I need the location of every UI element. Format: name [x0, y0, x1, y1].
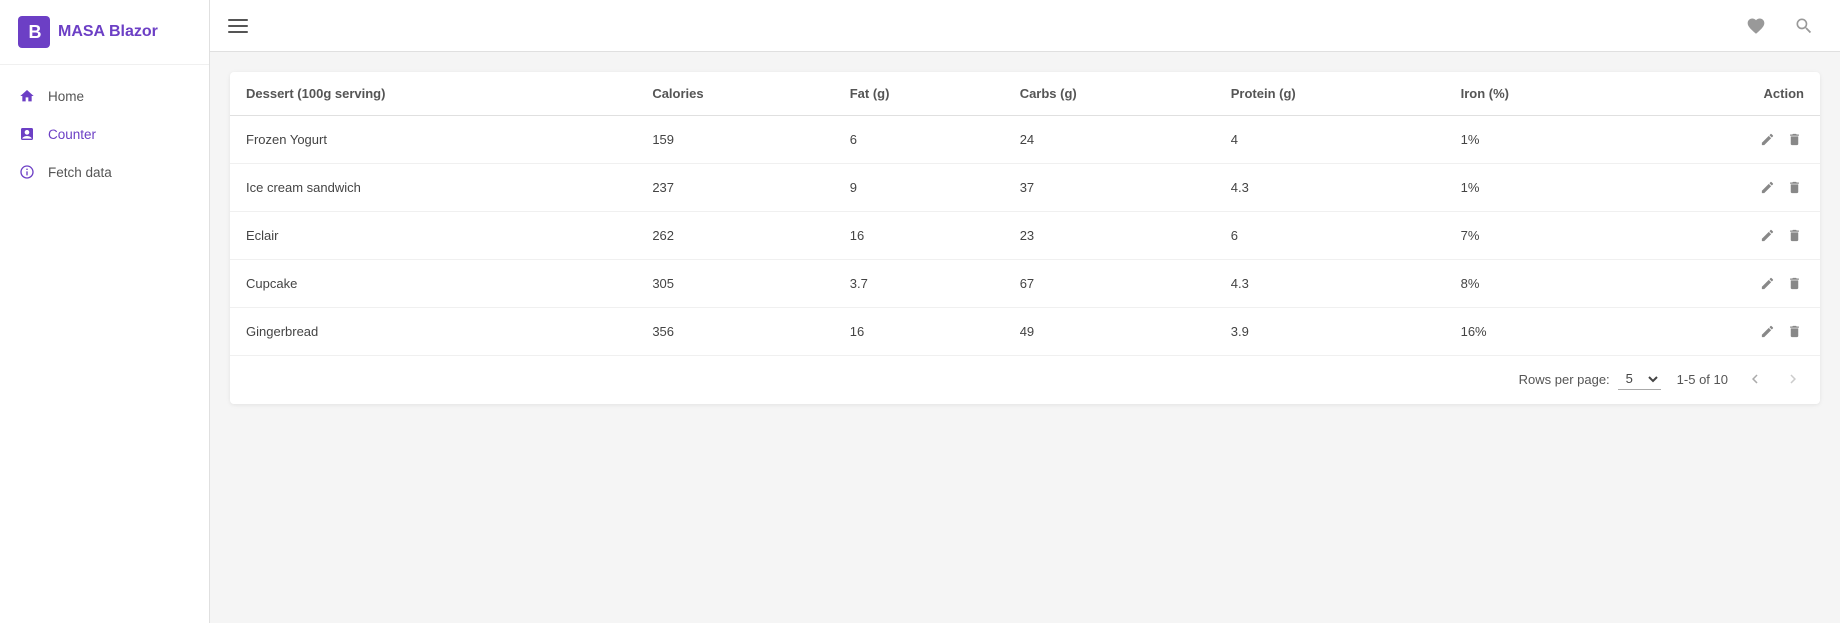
cell-iron: 7% — [1445, 212, 1636, 260]
cell-dessert: Eclair — [230, 212, 636, 260]
cell-fat: 3.7 — [834, 260, 1004, 308]
rows-per-page-select[interactable]: 51025 — [1618, 368, 1661, 390]
sidebar-item-fetch-label: Fetch data — [48, 165, 112, 180]
cell-fat: 6 — [834, 116, 1004, 164]
logo-text: MASA Blazor — [58, 23, 158, 41]
cell-calories: 159 — [636, 116, 833, 164]
cell-fat: 9 — [834, 164, 1004, 212]
table-row: Ice cream sandwich 237 9 37 4.3 1% — [230, 164, 1820, 212]
cell-action — [1635, 260, 1820, 308]
cell-carbs: 67 — [1004, 260, 1215, 308]
data-table-container: Dessert (100g serving) Calories Fat (g) … — [230, 72, 1820, 404]
sidebar-item-fetch-data[interactable]: Fetch data — [0, 153, 209, 191]
delete-button[interactable] — [1785, 322, 1804, 341]
col-action: Action — [1635, 72, 1820, 116]
sidebar: B MASA Blazor Home Counter Fetch data — [0, 0, 210, 623]
cell-carbs: 37 — [1004, 164, 1215, 212]
logo-letter: B — [29, 22, 40, 43]
fetch-icon — [18, 163, 36, 181]
rows-per-page-label: Rows per page: — [1519, 372, 1610, 387]
cell-protein: 4.3 — [1215, 260, 1445, 308]
cell-protein: 4 — [1215, 116, 1445, 164]
edit-button[interactable] — [1758, 178, 1777, 197]
table-row: Frozen Yogurt 159 6 24 4 1% — [230, 116, 1820, 164]
cell-action — [1635, 164, 1820, 212]
rows-per-page-control: Rows per page: 51025 — [1519, 368, 1661, 390]
cell-iron: 1% — [1445, 116, 1636, 164]
topbar — [210, 0, 1840, 52]
home-icon — [18, 87, 36, 105]
cell-calories: 237 — [636, 164, 833, 212]
cell-dessert: Frozen Yogurt — [230, 116, 636, 164]
cell-carbs: 24 — [1004, 116, 1215, 164]
menu-toggle[interactable] — [228, 19, 248, 33]
cell-fat: 16 — [834, 308, 1004, 356]
col-calories: Calories — [636, 72, 833, 116]
cell-iron: 16% — [1445, 308, 1636, 356]
next-page-button[interactable] — [1782, 368, 1804, 390]
delete-button[interactable] — [1785, 274, 1804, 293]
page-info: 1-5 of 10 — [1677, 372, 1728, 387]
cell-fat: 16 — [834, 212, 1004, 260]
table-row: Eclair 262 16 23 6 7% — [230, 212, 1820, 260]
cell-dessert: Cupcake — [230, 260, 636, 308]
search-button[interactable] — [1786, 8, 1822, 44]
cell-dessert: Ice cream sandwich — [230, 164, 636, 212]
prev-page-button[interactable] — [1744, 368, 1766, 390]
main-content: Dessert (100g serving) Calories Fat (g) … — [210, 0, 1840, 623]
sidebar-nav: Home Counter Fetch data — [0, 65, 209, 203]
sidebar-item-home-label: Home — [48, 89, 84, 104]
logo-area: B MASA Blazor — [0, 0, 209, 65]
cell-action — [1635, 308, 1820, 356]
sidebar-item-counter[interactable]: Counter — [0, 115, 209, 153]
edit-button[interactable] — [1758, 226, 1777, 245]
cell-action — [1635, 116, 1820, 164]
cell-calories: 262 — [636, 212, 833, 260]
cell-action — [1635, 212, 1820, 260]
col-dessert: Dessert (100g serving) — [230, 72, 636, 116]
cell-protein: 4.3 — [1215, 164, 1445, 212]
favorites-button[interactable] — [1738, 8, 1774, 44]
cell-calories: 305 — [636, 260, 833, 308]
table-header-row: Dessert (100g serving) Calories Fat (g) … — [230, 72, 1820, 116]
col-fat: Fat (g) — [834, 72, 1004, 116]
cell-protein: 6 — [1215, 212, 1445, 260]
table-row: Cupcake 305 3.7 67 4.3 8% — [230, 260, 1820, 308]
col-protein: Protein (g) — [1215, 72, 1445, 116]
edit-button[interactable] — [1758, 322, 1777, 341]
table-row: Gingerbread 356 16 49 3.9 16% — [230, 308, 1820, 356]
cell-iron: 1% — [1445, 164, 1636, 212]
delete-button[interactable] — [1785, 226, 1804, 245]
sidebar-item-home[interactable]: Home — [0, 77, 209, 115]
pagination: Rows per page: 51025 1-5 of 10 — [230, 355, 1820, 404]
delete-button[interactable] — [1785, 178, 1804, 197]
edit-button[interactable] — [1758, 130, 1777, 149]
col-carbs: Carbs (g) — [1004, 72, 1215, 116]
cell-dessert: Gingerbread — [230, 308, 636, 356]
col-iron: Iron (%) — [1445, 72, 1636, 116]
dessert-table: Dessert (100g serving) Calories Fat (g) … — [230, 72, 1820, 355]
cell-iron: 8% — [1445, 260, 1636, 308]
counter-icon — [18, 125, 36, 143]
logo-icon: B — [18, 16, 50, 48]
cell-protein: 3.9 — [1215, 308, 1445, 356]
table-body: Frozen Yogurt 159 6 24 4 1% Ice cream sa… — [230, 116, 1820, 356]
sidebar-item-counter-label: Counter — [48, 127, 96, 142]
delete-button[interactable] — [1785, 130, 1804, 149]
cell-carbs: 23 — [1004, 212, 1215, 260]
cell-calories: 356 — [636, 308, 833, 356]
cell-carbs: 49 — [1004, 308, 1215, 356]
edit-button[interactable] — [1758, 274, 1777, 293]
